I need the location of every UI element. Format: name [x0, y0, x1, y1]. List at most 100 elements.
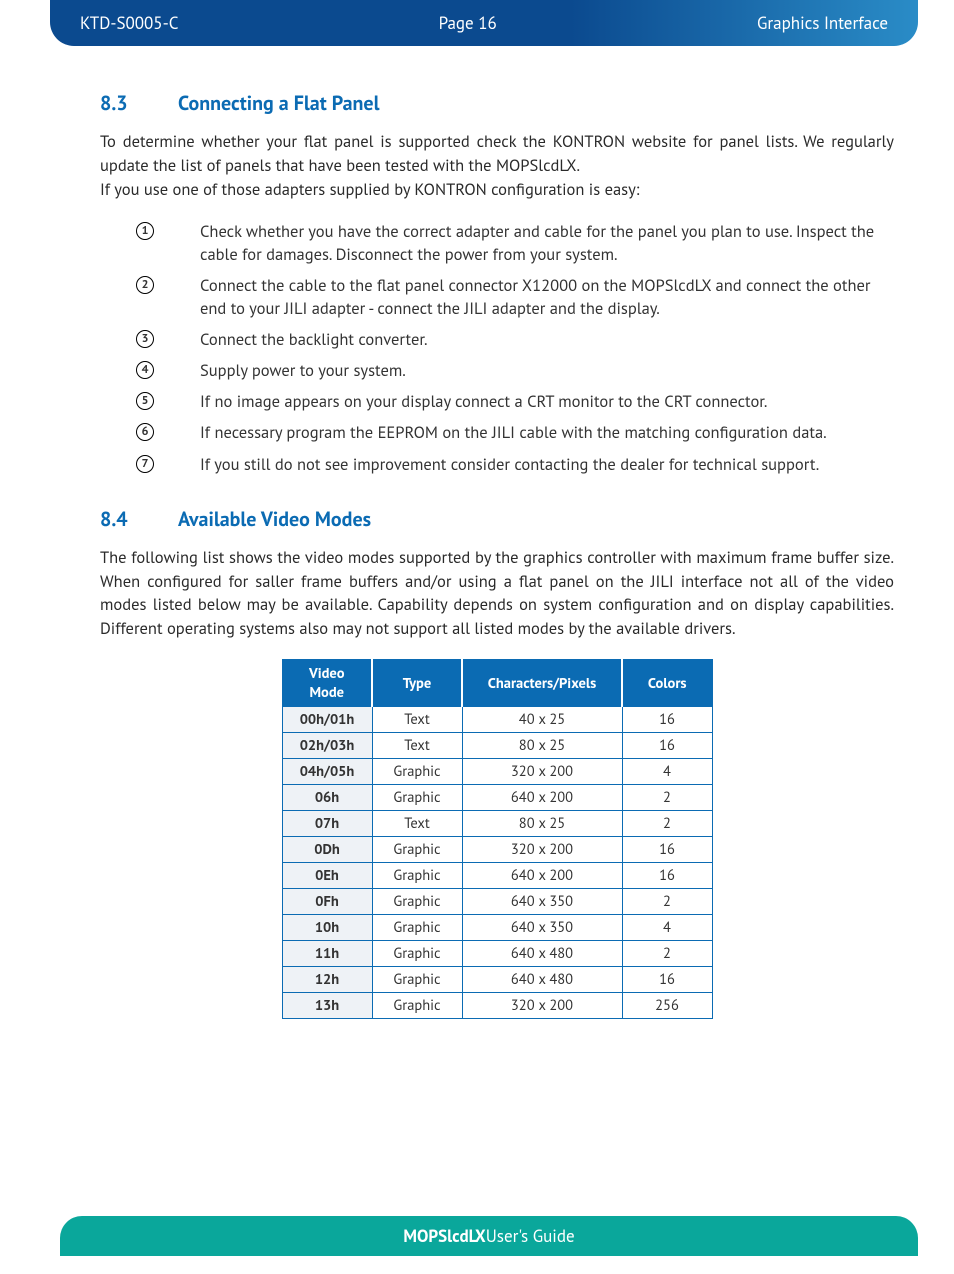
step-row: 7If you still do not see improvement con…: [100, 453, 894, 476]
table-cell: 256: [622, 993, 712, 1019]
table-row: 0DhGraphic320 x 20016: [282, 837, 712, 863]
table-cell: 2: [622, 785, 712, 811]
section-8-3-para1: To determine whether your flat panel is …: [100, 130, 894, 178]
step-text: If no image appears on your display conn…: [160, 390, 894, 413]
step-text: Connect the backlight converter.: [160, 328, 894, 351]
table-cell: Graphic: [372, 837, 462, 863]
step-text: If necessary program the EEPROM on the J…: [160, 421, 894, 444]
table-cell: 13h: [282, 993, 372, 1019]
section-number: 8.4: [100, 506, 178, 532]
step-number-icon: 5: [100, 390, 160, 410]
table-row: 0EhGraphic640 x 20016: [282, 863, 712, 889]
table-cell: Graphic: [372, 889, 462, 915]
section-8-4-para: The following list shows the video modes…: [100, 546, 894, 642]
table-cell: 0Fh: [282, 889, 372, 915]
table-header-cell: Colors: [622, 660, 712, 707]
table-row: 13hGraphic320 x 200256: [282, 993, 712, 1019]
table-row: 0FhGraphic640 x 3502: [282, 889, 712, 915]
step-text: Connect the cable to the flat panel conn…: [160, 274, 894, 320]
table-cell: Text: [372, 811, 462, 837]
table-cell: 640 x 350: [462, 889, 622, 915]
table-cell: 11h: [282, 941, 372, 967]
table-cell: 02h/03h: [282, 733, 372, 759]
table-cell: 2: [622, 889, 712, 915]
table-row: 04h/05hGraphic320 x 2004: [282, 759, 712, 785]
section-8-3-para2: If you use one of those adapters supplie…: [100, 178, 894, 202]
video-modes-table: Video ModeTypeCharacters/PixelsColors 00…: [282, 659, 713, 1019]
table-cell: Text: [372, 707, 462, 733]
step-number-icon: 6: [100, 421, 160, 441]
table-cell: 640 x 200: [462, 863, 622, 889]
table-cell: 80 x 25: [462, 811, 622, 837]
table-cell: 0Dh: [282, 837, 372, 863]
table-cell: 07h: [282, 811, 372, 837]
step-row: 5If no image appears on your display con…: [100, 390, 894, 413]
step-text: If you still do not see improvement cons…: [160, 453, 894, 476]
table-cell: Graphic: [372, 967, 462, 993]
table-header-cell: Type: [372, 660, 462, 707]
table-row: 00h/01hText40 x 2516: [282, 707, 712, 733]
table-row: 10hGraphic640 x 3504: [282, 915, 712, 941]
section-8-3-heading: 8.3Connecting a Flat Panel: [100, 90, 894, 116]
table-row: 11hGraphic640 x 4802: [282, 941, 712, 967]
table-cell: 04h/05h: [282, 759, 372, 785]
table-cell: 2: [622, 941, 712, 967]
section-title: Connecting a Flat Panel: [178, 90, 379, 116]
table-cell: 640 x 480: [462, 941, 622, 967]
table-cell: 16: [622, 863, 712, 889]
step-text: Supply power to your system.: [160, 359, 894, 382]
table-cell: 4: [622, 915, 712, 941]
table-cell: 00h/01h: [282, 707, 372, 733]
table-cell: Graphic: [372, 759, 462, 785]
section-8-4-heading: 8.4Available Video Modes: [100, 506, 894, 532]
table-header-cell: Video Mode: [282, 660, 372, 707]
table-cell: 0Eh: [282, 863, 372, 889]
step-row: 2Connect the cable to the flat panel con…: [100, 274, 894, 320]
table-row: 06hGraphic640 x 2002: [282, 785, 712, 811]
step-number-icon: 4: [100, 359, 160, 379]
table-cell: 4: [622, 759, 712, 785]
table-cell: 16: [622, 837, 712, 863]
table-cell: 640 x 350: [462, 915, 622, 941]
table-cell: 320 x 200: [462, 993, 622, 1019]
table-row: 12hGraphic640 x 48016: [282, 967, 712, 993]
table-cell: 80 x 25: [462, 733, 622, 759]
step-number-icon: 2: [100, 274, 160, 294]
table-cell: Graphic: [372, 941, 462, 967]
table-header-row: Video ModeTypeCharacters/PixelsColors: [282, 660, 712, 707]
table-cell: 320 x 200: [462, 759, 622, 785]
table-row: 02h/03hText80 x 2516: [282, 733, 712, 759]
doc-id: KTD-S0005-C: [80, 12, 178, 34]
page-footer: MOPSlcdLX User's Guide: [60, 1216, 918, 1256]
table-cell: 12h: [282, 967, 372, 993]
step-number-icon: 3: [100, 328, 160, 348]
video-modes-table-wrap: Video ModeTypeCharacters/PixelsColors 00…: [100, 659, 894, 1019]
section-number: 8.3: [100, 90, 178, 116]
page-content: 8.3Connecting a Flat Panel To determine …: [100, 90, 894, 1019]
table-cell: 16: [622, 967, 712, 993]
table-cell: 640 x 200: [462, 785, 622, 811]
step-row: 6If necessary program the EEPROM on the …: [100, 421, 894, 444]
step-number-icon: 1: [100, 220, 160, 240]
table-cell: 10h: [282, 915, 372, 941]
table-cell: 06h: [282, 785, 372, 811]
header-section: Graphics Interface: [757, 12, 888, 34]
steps-list: 1Check whether you have the correct adap…: [100, 220, 894, 476]
step-text: Check whether you have the correct adapt…: [160, 220, 894, 266]
table-header-cell: Characters/Pixels: [462, 660, 622, 707]
table-cell: 16: [622, 733, 712, 759]
table-cell: Text: [372, 733, 462, 759]
step-number-icon: 7: [100, 453, 160, 473]
page-header: KTD-S0005-C Page 16 Graphics Interface: [50, 0, 918, 46]
table-cell: Graphic: [372, 863, 462, 889]
step-row: 3Connect the backlight converter.: [100, 328, 894, 351]
page-number: Page 16: [178, 12, 757, 34]
table-cell: 16: [622, 707, 712, 733]
table-cell: Graphic: [372, 993, 462, 1019]
table-cell: 40 x 25: [462, 707, 622, 733]
table-cell: 320 x 200: [462, 837, 622, 863]
step-row: 1Check whether you have the correct adap…: [100, 220, 894, 266]
table-cell: 2: [622, 811, 712, 837]
step-row: 4Supply power to your system.: [100, 359, 894, 382]
table-cell: Graphic: [372, 785, 462, 811]
